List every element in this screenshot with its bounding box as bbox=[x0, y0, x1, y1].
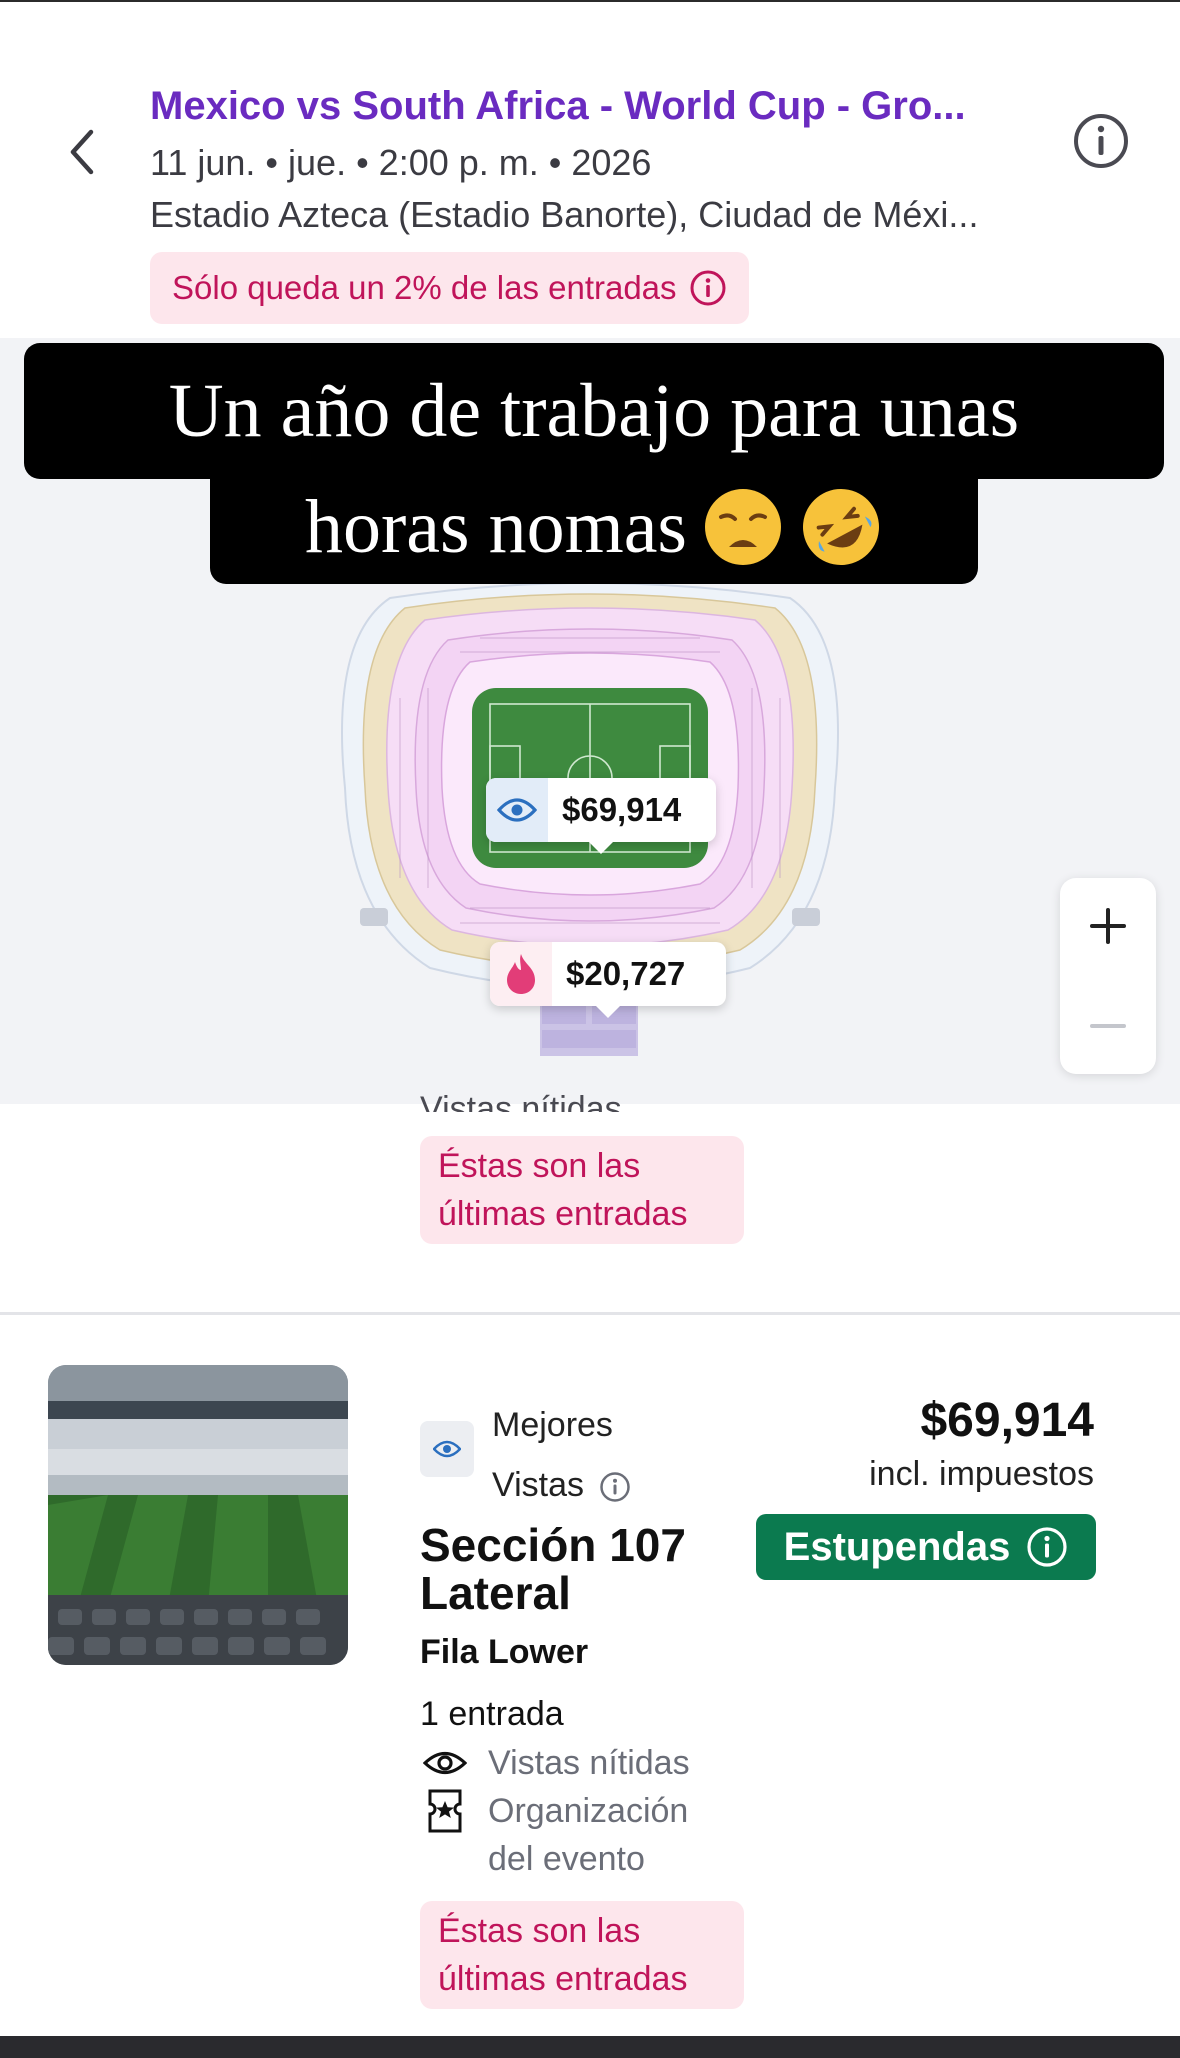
zoom-control bbox=[1060, 878, 1156, 1074]
best-view-text: Mejores Vistas bbox=[492, 1406, 613, 1504]
rofl-face-emoji-icon bbox=[803, 489, 880, 565]
feature-event-organizer: Organización del evento bbox=[420, 1787, 718, 1883]
scarcity-badge[interactable]: Sólo queda un 2% de las entradas bbox=[150, 252, 749, 324]
weary-face-emoji-icon bbox=[705, 489, 782, 565]
zoom-out-button[interactable] bbox=[1060, 978, 1156, 1074]
feature-icon-box bbox=[420, 1739, 470, 1787]
feature-text: Vistas nítidas bbox=[488, 1744, 690, 1782]
pin-price: $20,727 bbox=[566, 955, 686, 992]
zoom-in-button[interactable] bbox=[1060, 878, 1156, 974]
event-venue: Estadio Azteca (Estadio Banorte), Ciudad… bbox=[150, 194, 979, 235]
pin-price: $69,914 bbox=[562, 791, 682, 828]
row-name: Fila Lower bbox=[420, 1633, 589, 1671]
previous-listing-feature: Vistas nítidas bbox=[420, 1090, 622, 1112]
ticket-quantity: 1 entrada bbox=[420, 1695, 564, 1733]
pin-icon-box bbox=[490, 942, 552, 1006]
info-icon[interactable] bbox=[599, 1471, 631, 1503]
event-header: Mexico vs South Africa - World Cup - Gro… bbox=[0, 0, 1180, 338]
eye-icon bbox=[423, 1751, 467, 1775]
listing-price: $69,914 bbox=[920, 1394, 1094, 1447]
back-button[interactable] bbox=[58, 120, 106, 184]
pin-tail bbox=[596, 1006, 620, 1018]
event-datetime: 11 jun. • jue. • 2:00 p. m. • 2026 bbox=[150, 142, 652, 183]
top-divider bbox=[0, 0, 1180, 2]
chevron-left-icon bbox=[70, 129, 94, 175]
eye-icon bbox=[433, 1440, 461, 1458]
pin-icon-box bbox=[486, 778, 548, 842]
info-icon bbox=[690, 270, 726, 306]
price-pin-best-view[interactable]: $69,914 bbox=[486, 778, 716, 854]
event-title[interactable]: Mexico vs South Africa - World Cup - Gro… bbox=[150, 84, 1050, 129]
caption-line-1: Un año de trabajo para unas bbox=[24, 343, 1164, 479]
section-name: Sección 107 Lateral bbox=[420, 1519, 686, 1619]
feature-clear-view: Vistas nítidas bbox=[420, 1739, 690, 1787]
best-view-label: Mejores Vistas bbox=[492, 1395, 692, 1515]
caption-text: Un año de trabajo para unas bbox=[168, 368, 1020, 453]
rating-badge[interactable]: Estupendas bbox=[756, 1514, 1096, 1580]
scarcity-text: Sólo queda un 2% de las entradas bbox=[172, 269, 677, 306]
price-pin-hot[interactable]: $20,727 bbox=[490, 942, 726, 1018]
ticket-star-icon bbox=[428, 1789, 462, 1833]
flame-icon bbox=[507, 954, 535, 994]
info-icon[interactable] bbox=[1072, 112, 1130, 170]
caption-text: horas nomas bbox=[304, 484, 688, 569]
seat-view-image bbox=[48, 1365, 348, 1665]
best-view-icon-box bbox=[420, 1421, 474, 1477]
last-tickets-badge: Éstas son las últimas entradas bbox=[420, 1136, 744, 1244]
bottom-bar bbox=[0, 2036, 1180, 2058]
vip-section[interactable] bbox=[540, 1000, 638, 1056]
caption-line-2: horas nomas bbox=[210, 470, 978, 584]
ticket-listing[interactable]: Mejores Vistas $69,914 incl. impuestos E… bbox=[0, 1315, 1180, 2033]
feature-icon-box bbox=[420, 1787, 470, 1835]
pin-tail bbox=[589, 842, 613, 854]
feature-text: Organización del evento bbox=[488, 1792, 689, 1878]
last-tickets-badge: Éstas son las últimas entradas bbox=[420, 1901, 744, 2009]
minus-icon bbox=[1090, 1024, 1126, 1028]
plus-icon bbox=[1090, 908, 1126, 944]
rating-text: Estupendas bbox=[783, 1524, 1011, 1569]
info-icon bbox=[1027, 1527, 1067, 1567]
tax-note: incl. impuestos bbox=[869, 1455, 1094, 1493]
eye-icon bbox=[497, 798, 537, 822]
